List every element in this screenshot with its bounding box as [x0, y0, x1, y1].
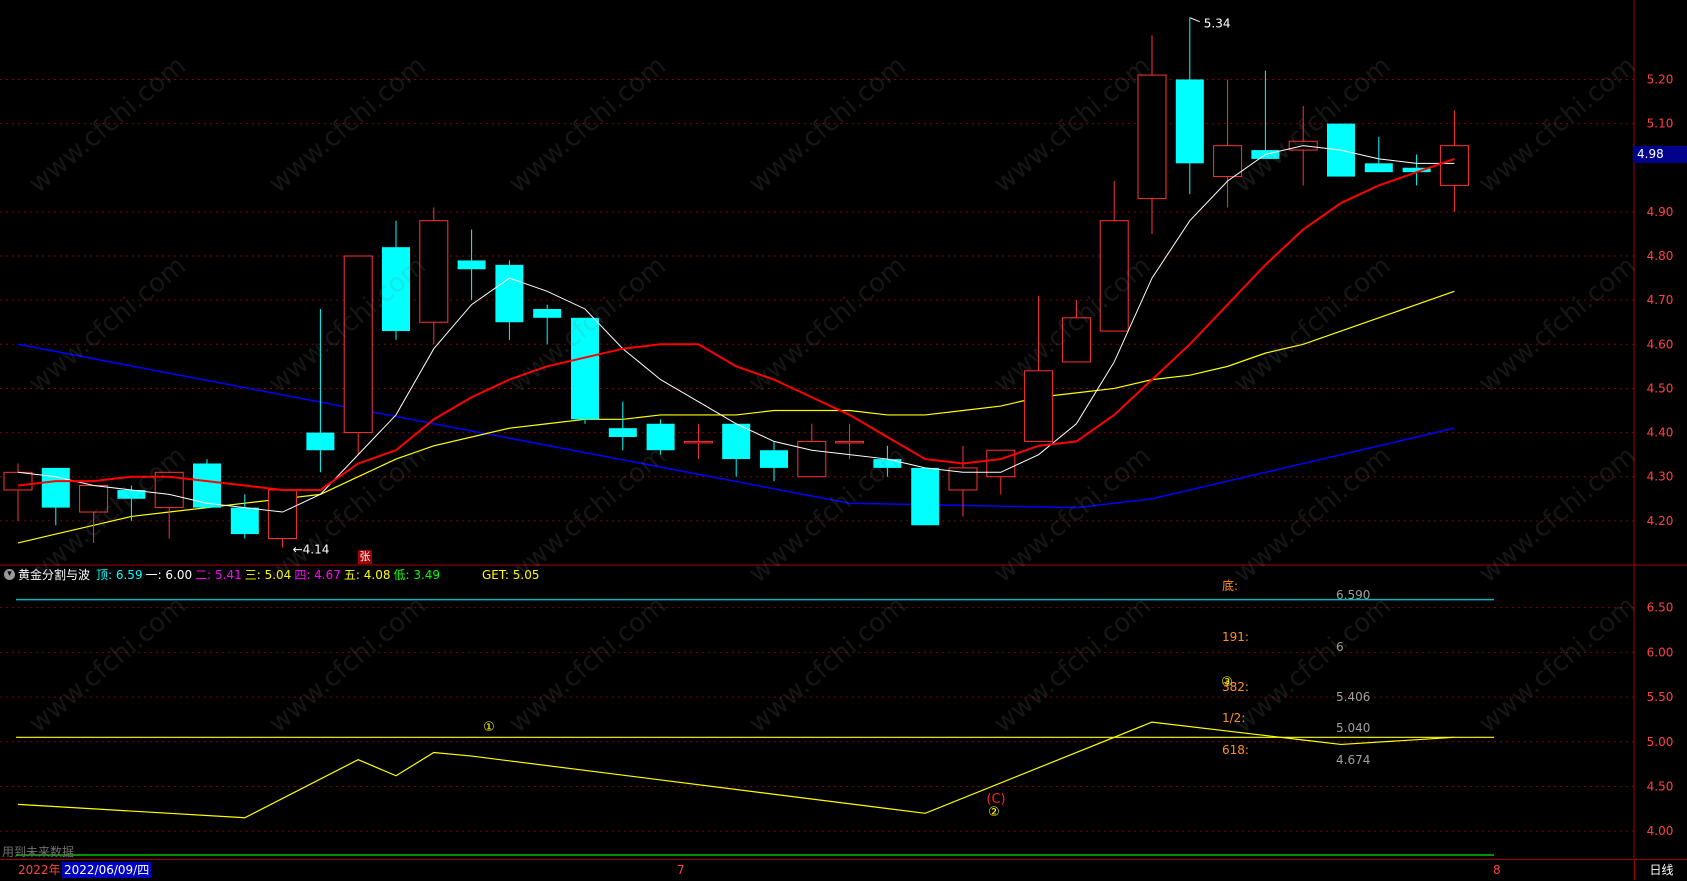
y-tick-label: 4.20: [1647, 514, 1674, 528]
limit-up-badge: 张: [358, 550, 372, 564]
candle-body-down: [495, 264, 524, 323]
candle-body-down: [873, 459, 902, 468]
y-tick-label: 5.20: [1647, 72, 1674, 86]
candle-body-down: [911, 467, 940, 526]
candle-body-down: [1175, 79, 1204, 164]
indicator-tick-label: 5.50: [1647, 690, 1674, 704]
current-price-tag: 4.98: [1634, 146, 1687, 163]
candle-body-up: [1024, 370, 1054, 442]
candle-body-up: [1439, 145, 1469, 186]
legend-item: 五: 4.08: [343, 568, 391, 582]
candle-body-down: [722, 423, 751, 460]
candle-body-down: [571, 317, 599, 420]
candle-body-down: [382, 247, 410, 332]
fib-value: 4.674: [1336, 753, 1370, 767]
indicator-tick-label: 5.00: [1647, 735, 1674, 749]
wave-mark: ①: [483, 720, 495, 735]
legend-item: 低: 3.49: [393, 568, 441, 582]
month-label-8: 8: [1493, 863, 1501, 877]
candle-body-up: [1213, 145, 1243, 178]
candle-body-down: [1364, 163, 1393, 173]
y-tick-label: 4.80: [1647, 249, 1674, 263]
candle-body-up: [1137, 74, 1167, 200]
indicator-tick-label: 6.00: [1647, 645, 1674, 659]
period-selector[interactable]: 日线: [1634, 860, 1687, 880]
fib-value: 6.590: [1336, 588, 1370, 602]
indicator-tick-label: 4.00: [1647, 824, 1674, 838]
kline-chart[interactable]: 5.20 5.10 4.90 4.80 4.70 4.60 4.50 4.40 4.30 4.20…: [0, 0, 1687, 880]
y-tick-label: 4.40: [1647, 426, 1674, 440]
indicator-get-value: GET: 5.05: [482, 568, 540, 582]
fib-value: 6: [1336, 640, 1344, 654]
candle-body-up: [79, 485, 109, 513]
fib-value: 5.040: [1336, 721, 1370, 735]
candle-body-down: [230, 507, 259, 535]
candle-body-up: [419, 220, 449, 323]
indicator-tick-label: 6.50: [1647, 601, 1674, 615]
date-axis: 2022年 2022/06/09/四 7 8 日线: [0, 859, 1687, 881]
fib-value: 5.406: [1336, 690, 1370, 704]
y-tick-label: 5.10: [1647, 117, 1674, 131]
future-data-note: 用到未来数据: [2, 845, 75, 859]
candle-body-up: [683, 440, 713, 444]
legend-item: 一: 6.00: [145, 568, 193, 582]
candle-body-up: [797, 440, 827, 478]
legend-item: 三: 5.04: [244, 568, 292, 582]
y-tick-label: 4.50: [1647, 381, 1674, 395]
wave-mark: ②: [988, 805, 1000, 820]
cursor-date: 2022/06/09/四: [62, 862, 152, 878]
candle-body-up: [3, 471, 33, 491]
legend-item: 顶: 6.59: [96, 568, 143, 582]
wave-line: [17, 721, 1455, 819]
fib-label: 618:: [1222, 743, 1249, 757]
candle-body-up: [343, 255, 373, 434]
indicator-tick-label: 4.50: [1647, 779, 1674, 793]
y-tick-label: 4.30: [1647, 470, 1674, 484]
candle-body-up: [1061, 317, 1091, 363]
candle-body-down: [41, 467, 70, 508]
candle-body-down: [533, 308, 562, 318]
y-tick-label: 4.60: [1647, 337, 1674, 351]
indicator-legend: 黄金分割与波 顶: 6.59 一: 6.00 二: 5.41 三: 5.04 四: 4.…: [0, 565, 1630, 585]
fib-label: 191:: [1222, 630, 1249, 644]
indicator-values: 顶: 6.59 一: 6.00 二: 5.41 三: 5.04 四: 4.67 五: 4.…: [96, 565, 443, 585]
candle-body-up: [1099, 220, 1129, 332]
y-tick-label: 4.70: [1647, 293, 1674, 307]
candle-body-up: [835, 440, 865, 444]
candle-body-down: [760, 450, 788, 468]
legend-item: 四: 4.67: [294, 568, 341, 582]
high-marker-pointer: [1189, 17, 1200, 23]
low-price-marker: ←4.14: [293, 542, 330, 556]
legend-item: 二: 5.41: [195, 568, 242, 582]
wave-mark: ③: [1221, 675, 1233, 690]
candle-body-down: [457, 260, 486, 270]
fib-label: 1/2:: [1222, 711, 1245, 725]
candle-body-up: [268, 489, 298, 540]
candle-body-down: [646, 423, 675, 451]
month-label-7: 7: [677, 863, 685, 877]
high-price-marker: 5.34: [1204, 17, 1231, 31]
y-tick-label: 4.90: [1647, 205, 1674, 219]
candle-body-down: [608, 428, 637, 437]
wave-mark: (C): [986, 792, 1005, 807]
year-label: 2022年: [18, 863, 61, 877]
candle-body-down: [306, 432, 335, 451]
ma-yellow-line: [17, 290, 1455, 544]
indicator-name[interactable]: 黄金分割与波: [18, 565, 90, 585]
